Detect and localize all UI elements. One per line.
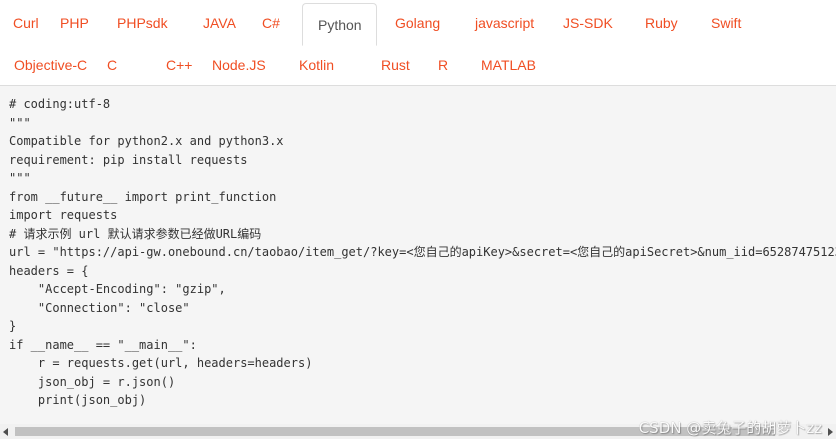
code-line: url = "https://api-gw.onebound.cn/taobao…	[9, 245, 836, 259]
python-code: # coding:utf-8 """ Compatible for python2.…	[0, 86, 836, 410]
tab-golang[interactable]: Golang	[377, 3, 457, 43]
tab-matlab[interactable]: MATLAB	[468, 45, 548, 85]
tab-c[interactable]: C	[104, 45, 151, 85]
tab-rust[interactable]: Rust	[367, 45, 430, 85]
tab-ruby[interactable]: Ruby	[631, 3, 696, 43]
language-tab-row-2: Objective-C C C++ Node.JS Kotlin Rust R …	[0, 45, 548, 85]
code-line: import requests	[9, 208, 118, 222]
language-tab-row-1: Curl PHP PHPsdk JAVA C# Python Golang ja…	[0, 3, 756, 46]
code-line: json_obj = r.json()	[9, 374, 176, 389]
tab-nodejs[interactable]: Node.JS	[211, 45, 299, 85]
tab-js-sdk[interactable]: JS-SDK	[551, 3, 631, 43]
tab-r[interactable]: R	[430, 45, 468, 85]
code-line: from __future__ import print_function	[9, 189, 277, 204]
scroll-left-arrow-icon[interactable]	[3, 428, 8, 436]
tab-objective-c[interactable]: Objective-C	[0, 45, 104, 85]
tab-python[interactable]: Python	[302, 3, 377, 46]
code-block[interactable]: # coding:utf-8 """ Compatible for python2.…	[0, 86, 836, 424]
code-line: print(json_obj)	[9, 393, 147, 407]
code-line: """	[9, 115, 31, 130]
tab-cpp[interactable]: C++	[151, 45, 211, 85]
code-sample-panel: Curl PHP PHPsdk JAVA C# Python Golang ja…	[0, 0, 836, 447]
csdn-watermark: CSDN @卖兔子的胡萝卜zz	[638, 419, 822, 437]
code-line: requirement: pip install requests	[9, 152, 248, 167]
code-line: # 请求示例 url 默认请求参数已经做URL编码	[9, 226, 262, 241]
code-line: """	[9, 171, 31, 185]
scroll-right-arrow-icon[interactable]	[828, 428, 833, 436]
code-line: "Accept-Encoding": "gzip",	[9, 282, 226, 296]
tab-phpsdk[interactable]: PHPsdk	[110, 3, 195, 43]
code-line: }	[9, 319, 17, 333]
code-line: Compatible for python2.x and python3.x	[9, 134, 284, 148]
code-line: # coding:utf-8	[9, 97, 111, 111]
tab-php[interactable]: PHP	[54, 3, 110, 43]
tab-swift[interactable]: Swift	[696, 3, 756, 43]
code-line: headers = {	[9, 263, 89, 278]
code-line: r = requests.get(url, headers=headers)	[9, 356, 313, 370]
language-tabs: Curl PHP PHPsdk JAVA C# Python Golang ja…	[0, 0, 836, 86]
tab-curl[interactable]: Curl	[0, 3, 54, 43]
tab-javascript[interactable]: javascript	[457, 3, 551, 43]
tab-java[interactable]: JAVA	[195, 3, 254, 43]
code-line: "Connection": "close"	[9, 300, 190, 315]
tab-csharp[interactable]: C#	[254, 3, 302, 43]
code-line: if __name__ == "__main__":	[9, 337, 197, 352]
tab-kotlin[interactable]: Kotlin	[299, 45, 367, 85]
